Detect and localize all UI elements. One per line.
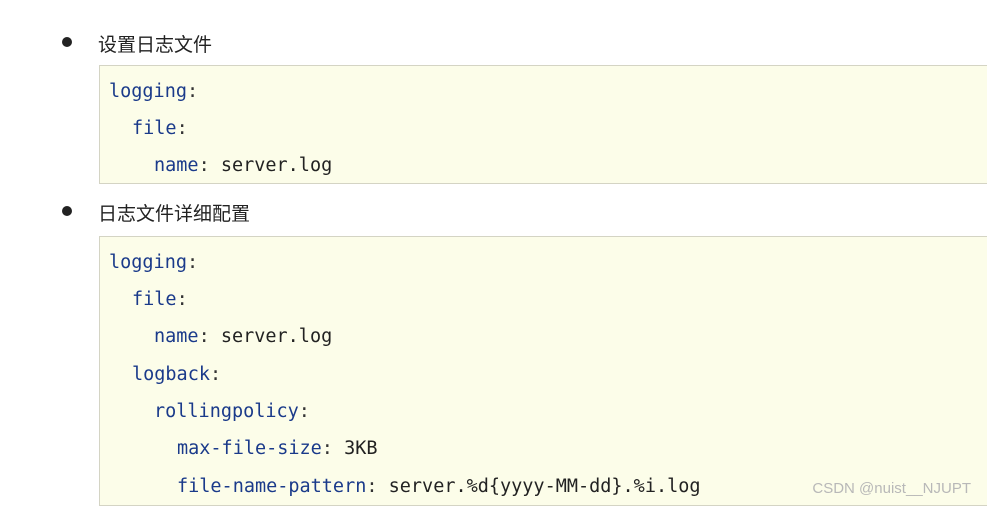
code-key: logging [109,252,187,273]
code-line: rollingpolicy: [154,397,310,427]
watermark-text: CSDN @nuist__NJUPT [812,480,971,497]
code-separator: : [298,401,310,422]
code-block-log-file: logging: file: name: server.log [99,65,987,184]
code-value: server.%d{yyyy-MM-dd}.%i.log [388,476,701,497]
code-value: 3KB [344,438,378,459]
code-line: logback: [132,360,221,390]
bullet-label: 设置日志文件 [98,34,213,56]
code-line: logging: [109,248,198,278]
code-separator: : [366,476,389,497]
code-separator: : [186,81,199,102]
code-separator: : [176,289,188,310]
bullet-dot-icon [62,37,72,47]
code-line: file: [132,285,188,315]
bullet-label: 日志文件详细配置 [98,203,251,225]
code-separator: : [198,326,221,347]
code-line: logging: [109,77,198,107]
code-separator: : [209,364,222,385]
code-key: max-file-size [177,438,322,459]
code-key: rollingpolicy [154,401,299,422]
code-line: max-file-size: 3KB [177,434,378,464]
bullet-dot-icon [62,206,72,216]
code-value: server.log [220,326,333,347]
code-key: file [132,289,177,310]
code-separator: : [321,438,345,459]
code-separator: : [198,155,221,176]
code-key: file-name-pattern [177,476,367,497]
code-block-log-detail: logging: file: name: server.log logback:… [99,236,987,506]
code-key: logging [109,81,187,102]
code-line: file-name-pattern: server.%d{yyyy-MM-dd}… [177,472,701,502]
code-separator: : [186,252,199,273]
code-value: server.log [220,155,333,176]
code-line: file: [132,114,188,144]
code-line: name: server.log [154,322,332,352]
bullet-item-log-file: 设置日志文件 [0,28,987,58]
code-key: file [132,118,177,139]
code-line: name: server.log [154,151,332,181]
code-separator: : [176,118,188,139]
code-key: name [154,326,199,347]
bullet-item-log-detail: 日志文件详细配置 [0,197,987,227]
code-key: name [154,155,199,176]
code-key: logback [132,364,210,385]
